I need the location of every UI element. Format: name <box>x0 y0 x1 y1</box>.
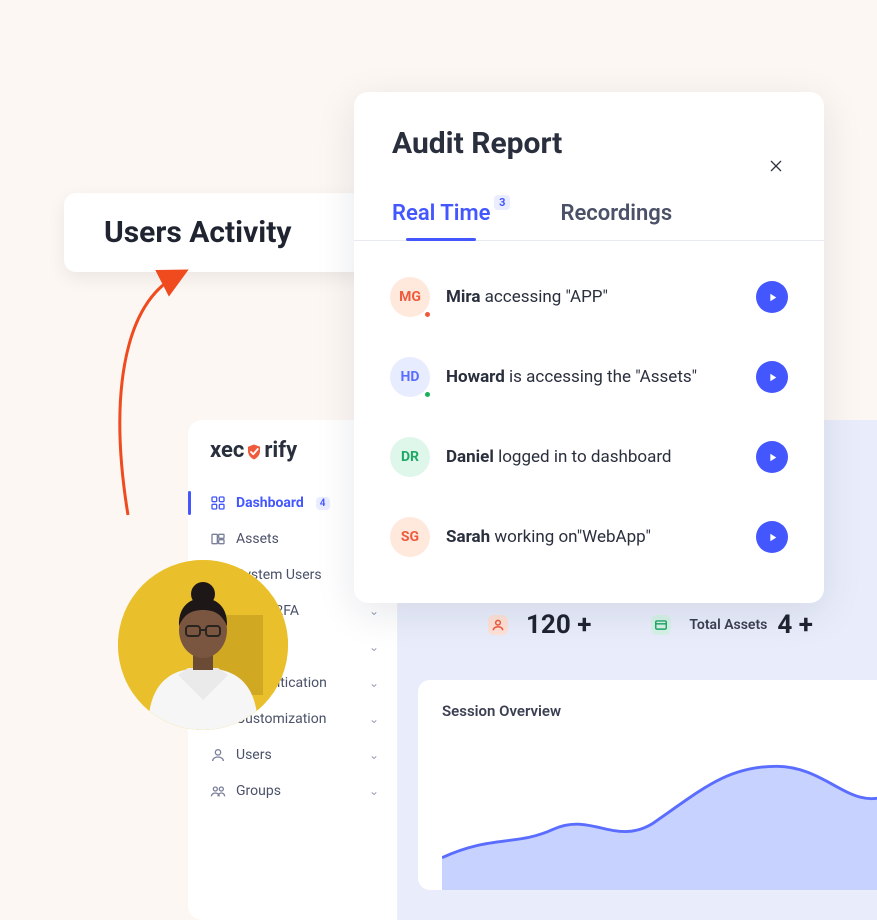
group-icon <box>210 783 226 799</box>
user-initials-avatar: HD <box>390 357 430 397</box>
panel-title: Audit Report <box>354 126 824 171</box>
tab-label: Recordings <box>560 201 672 226</box>
brand-text-1: xec <box>210 438 244 463</box>
audit-row-text: Mira accessing "APP" <box>446 287 740 307</box>
user-icon <box>210 747 226 763</box>
audit-row: DR Daniel logged in to dashboard <box>380 417 798 497</box>
users-activity-chip: Users Activity <box>64 193 364 272</box>
close-icon <box>768 158 784 174</box>
grid-icon <box>210 495 226 511</box>
users-stat-icon <box>488 615 508 635</box>
sidebar-item-users[interactable]: Users ⌄ <box>188 737 397 773</box>
arrow-icon <box>110 265 200 525</box>
audit-row-text: Sarah working on"WebApp" <box>446 527 740 547</box>
stat-value: 120 + <box>526 610 591 640</box>
presence-dot-icon <box>423 390 432 399</box>
play-icon <box>766 531 779 544</box>
assets-icon <box>210 531 226 547</box>
assets-stat-icon <box>651 615 671 635</box>
shield-icon <box>245 442 263 460</box>
brand-text-2: rify <box>264 438 297 463</box>
sidebar-item-groups[interactable]: Groups ⌄ <box>188 773 397 809</box>
tab-real-time[interactable]: Real Time 3 <box>392 201 490 240</box>
sidebar-item-label: Users <box>236 747 272 763</box>
audit-row-text: Howard is accessing the "Assets" <box>446 367 740 387</box>
play-icon <box>766 371 779 384</box>
session-overview-card: Session Overview <box>418 680 877 890</box>
user-initials-avatar: MG <box>390 277 430 317</box>
tab-badge: 3 <box>494 195 510 210</box>
sidebar-item-label: Groups <box>236 783 281 799</box>
chevron-down-icon: ⌄ <box>369 604 379 618</box>
chevron-down-icon: ⌄ <box>369 712 379 726</box>
stat-value: 4 + <box>777 610 813 640</box>
audit-row: SG Sarah working on"WebApp" <box>380 497 798 577</box>
audit-report-panel: Audit Report Real Time 3 Recordings MG Mi… <box>354 92 824 603</box>
sidebar-item-label: Assets <box>236 531 279 547</box>
stat-label: Total Assets <box>689 617 767 633</box>
user-initials-avatar: SG <box>390 517 430 557</box>
play-button[interactable] <box>756 521 788 553</box>
chevron-down-icon: ⌄ <box>369 676 379 690</box>
chevron-down-icon: ⌄ <box>369 748 379 762</box>
stat-total-assets: Total Assets 4 + <box>651 610 813 640</box>
audit-rows: MG Mira accessing "APP" HD Howard is access… <box>354 241 824 583</box>
dashboard-badge: 4 <box>316 497 330 510</box>
play-button[interactable] <box>756 441 788 473</box>
presence-dot-icon <box>423 310 432 319</box>
audit-row: MG Mira accessing "APP" <box>380 257 798 337</box>
users-activity-label: Users Activity <box>104 215 292 250</box>
sidebar-item-label: Dashboard <box>236 495 304 511</box>
user-initials-avatar: DR <box>390 437 430 477</box>
chevron-down-icon: ⌄ <box>369 784 379 798</box>
tab-recordings[interactable]: Recordings <box>560 201 672 240</box>
play-icon <box>766 451 779 464</box>
session-overview-title: Session Overview <box>442 702 877 720</box>
play-button[interactable] <box>756 281 788 313</box>
play-icon <box>766 291 779 304</box>
audit-row: HD Howard is accessing the "Assets" <box>380 337 798 417</box>
play-button[interactable] <box>756 361 788 393</box>
audit-row-text: Daniel logged in to dashboard <box>446 447 740 467</box>
stat-total-users: 120 + <box>488 610 591 640</box>
session-chart <box>442 732 877 890</box>
close-button[interactable] <box>766 156 786 176</box>
user-avatar <box>118 560 288 730</box>
tab-label: Real Time <box>392 201 490 226</box>
chevron-down-icon: ⌄ <box>369 640 379 654</box>
panel-tabs: Real Time 3 Recordings <box>354 171 824 241</box>
